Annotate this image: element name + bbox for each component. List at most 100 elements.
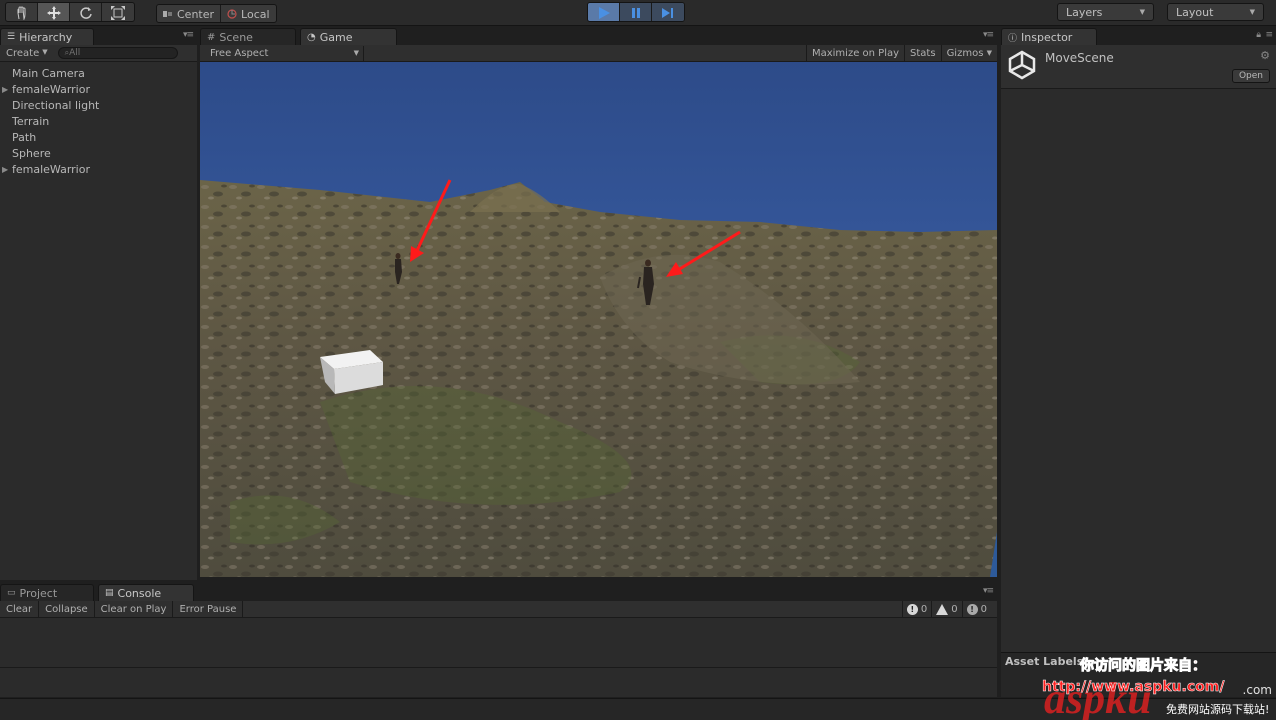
console-icon: ▤	[105, 588, 114, 598]
play-button[interactable]	[588, 3, 620, 21]
stats-toggle[interactable]: Stats	[904, 45, 941, 61]
game-scene-render	[200, 62, 997, 577]
status-bar	[0, 698, 1276, 720]
collapse-toggle[interactable]: Collapse	[39, 601, 95, 617]
info-icon: ⓘ	[1008, 33, 1018, 44]
pivot-center-button[interactable]: Center	[157, 5, 222, 22]
panel-menu-icon[interactable]: ▾≡	[183, 30, 194, 40]
pivot-center-icon	[163, 11, 172, 17]
hierarchy-toolbar: Create ▼ ⌕All	[0, 45, 197, 62]
folder-icon: ▭	[7, 588, 16, 598]
chevron-down-icon: ▼	[1139, 8, 1145, 16]
local-rotation-icon	[227, 9, 237, 19]
tab-console[interactable]: ▤ Console	[98, 584, 194, 601]
tab-game[interactable]: ◔ Game	[300, 28, 397, 45]
pivot-center-label: Center	[177, 7, 215, 21]
error-pause-toggle[interactable]: Error Pause	[173, 601, 244, 617]
inspector-panel: ⓘ Inspector 🔒︎ ≡ MoveScene ⚙ Open Asset …	[1001, 27, 1276, 697]
hierarchy-item-label: Main Camera	[12, 67, 85, 80]
expand-arrow-icon[interactable]: ▶	[2, 82, 8, 98]
tab-project-label: Project	[19, 586, 58, 600]
error-count: 0	[920, 603, 928, 615]
panel-menu-icon[interactable]: ▾≡	[983, 30, 994, 40]
hierarchy-item[interactable]: ▶ femaleWarrior	[0, 162, 197, 178]
tab-scene-label: Scene	[219, 30, 253, 44]
gear-icon[interactable]: ⚙	[1260, 49, 1270, 62]
layout-dropdown[interactable]: Layout ▼	[1167, 3, 1264, 21]
error-icon: !	[906, 603, 918, 615]
hierarchy-item[interactable]: Main Camera	[0, 66, 197, 82]
warning-count-toggle[interactable]: 0	[931, 601, 961, 617]
maximize-on-play-toggle[interactable]: Maximize on Play	[805, 45, 904, 61]
step-button[interactable]	[652, 3, 684, 21]
chevron-down-icon: ▼	[353, 49, 359, 57]
hierarchy-item[interactable]: Sphere	[0, 146, 197, 162]
clear-button[interactable]: Clear	[0, 601, 40, 617]
hierarchy-item-label: Path	[12, 131, 37, 144]
chevron-down-icon: ▼	[986, 49, 992, 57]
error-count-toggle[interactable]: ! 0	[901, 601, 931, 617]
tab-inspector-label: Inspector	[1021, 30, 1073, 44]
scale-icon	[111, 6, 125, 20]
hierarchy-item-label: femaleWarrior	[12, 163, 90, 176]
hierarchy-search-input[interactable]: ⌕All	[57, 47, 178, 59]
tab-hierarchy[interactable]: ☰ Hierarchy	[0, 28, 94, 45]
message-icon: !	[966, 603, 978, 615]
game-viewport[interactable]	[200, 62, 997, 577]
scale-tool-button[interactable]	[102, 3, 134, 21]
asset-labels-title: Asset Labels	[1005, 655, 1084, 668]
console-panel: ▭ Project ▤ Console ▾≡ Clear Collapse Cl…	[0, 583, 997, 697]
console-tabbar: ▭ Project ▤ Console ▾≡	[0, 583, 997, 601]
pivot-toggles: Center Local	[156, 4, 277, 23]
search-placeholder: All	[69, 48, 81, 58]
layers-dropdown[interactable]: Layers ▼	[1057, 3, 1154, 21]
list-icon: ☰	[7, 32, 16, 42]
pacman-icon: ◔	[307, 31, 316, 43]
pivot-local-button[interactable]: Local	[221, 5, 276, 22]
tab-console-label: Console	[117, 586, 162, 600]
hierarchy-item-label: Terrain	[12, 115, 50, 128]
clear-on-play-toggle[interactable]: Clear on Play	[95, 601, 174, 617]
playback-controls	[587, 2, 685, 22]
main-toolbar: Center Local Layers ▼ Layout ▼	[0, 0, 1276, 26]
tab-inspector[interactable]: ⓘ Inspector	[1001, 28, 1097, 45]
transform-tools	[5, 2, 135, 22]
tab-project[interactable]: ▭ Project	[0, 584, 94, 601]
hierarchy-item-label: femaleWarrior	[12, 83, 90, 96]
hierarchy-item[interactable]: ▶ femaleWarrior	[0, 82, 197, 98]
gizmos-dropdown[interactable]: Gizmos ▼	[940, 45, 997, 61]
message-count-toggle[interactable]: ! 0	[961, 601, 991, 617]
console-toolbar: Clear Collapse Clear on Play Error Pause…	[0, 601, 997, 618]
create-dropdown[interactable]: Create ▼	[6, 48, 48, 59]
tab-hierarchy-label: Hierarchy	[19, 30, 73, 44]
gizmos-label: Gizmos	[946, 47, 984, 59]
lock-icon[interactable]: 🔒︎	[1256, 30, 1261, 40]
expand-arrow-icon[interactable]: ▶	[2, 162, 8, 178]
clear-label: Clear	[6, 603, 33, 615]
play-icon	[598, 7, 610, 19]
panel-menu-icon[interactable]: ≡	[1265, 30, 1272, 40]
inspector-asset-header: MoveScene ⚙ Open	[1001, 45, 1276, 89]
tab-game-label: Game	[319, 30, 353, 44]
aspect-dropdown[interactable]: Free Aspect ▼	[206, 45, 364, 61]
aspect-label: Free Aspect	[210, 47, 269, 59]
error-pause-label: Error Pause	[179, 603, 237, 615]
rotate-tool-button[interactable]	[70, 3, 102, 21]
asset-name: MoveScene	[1045, 51, 1114, 65]
collapse-label: Collapse	[45, 603, 88, 615]
hierarchy-panel: ☰ Hierarchy ▾≡ Create ▼ ⌕All Main Camera…	[0, 27, 197, 580]
rotate-icon	[79, 7, 92, 19]
console-divider	[0, 667, 997, 668]
panel-menu-icon[interactable]: ▾≡	[983, 586, 994, 596]
game-view-tabbar: # Scene ◔ Game ▾≡	[200, 27, 997, 45]
inspector-tabbar: ⓘ Inspector 🔒︎ ≡	[1001, 27, 1276, 45]
move-tool-button[interactable]	[38, 3, 70, 21]
pause-button[interactable]	[620, 3, 652, 21]
hierarchy-item[interactable]: Path	[0, 130, 197, 146]
hand-tool-button[interactable]	[6, 3, 38, 21]
hierarchy-item[interactable]: Directional light	[0, 98, 197, 114]
hierarchy-item[interactable]: Terrain	[0, 114, 197, 130]
open-button[interactable]: Open	[1231, 69, 1270, 83]
unity-logo-icon	[1008, 50, 1036, 80]
tab-scene[interactable]: # Scene	[200, 28, 296, 45]
